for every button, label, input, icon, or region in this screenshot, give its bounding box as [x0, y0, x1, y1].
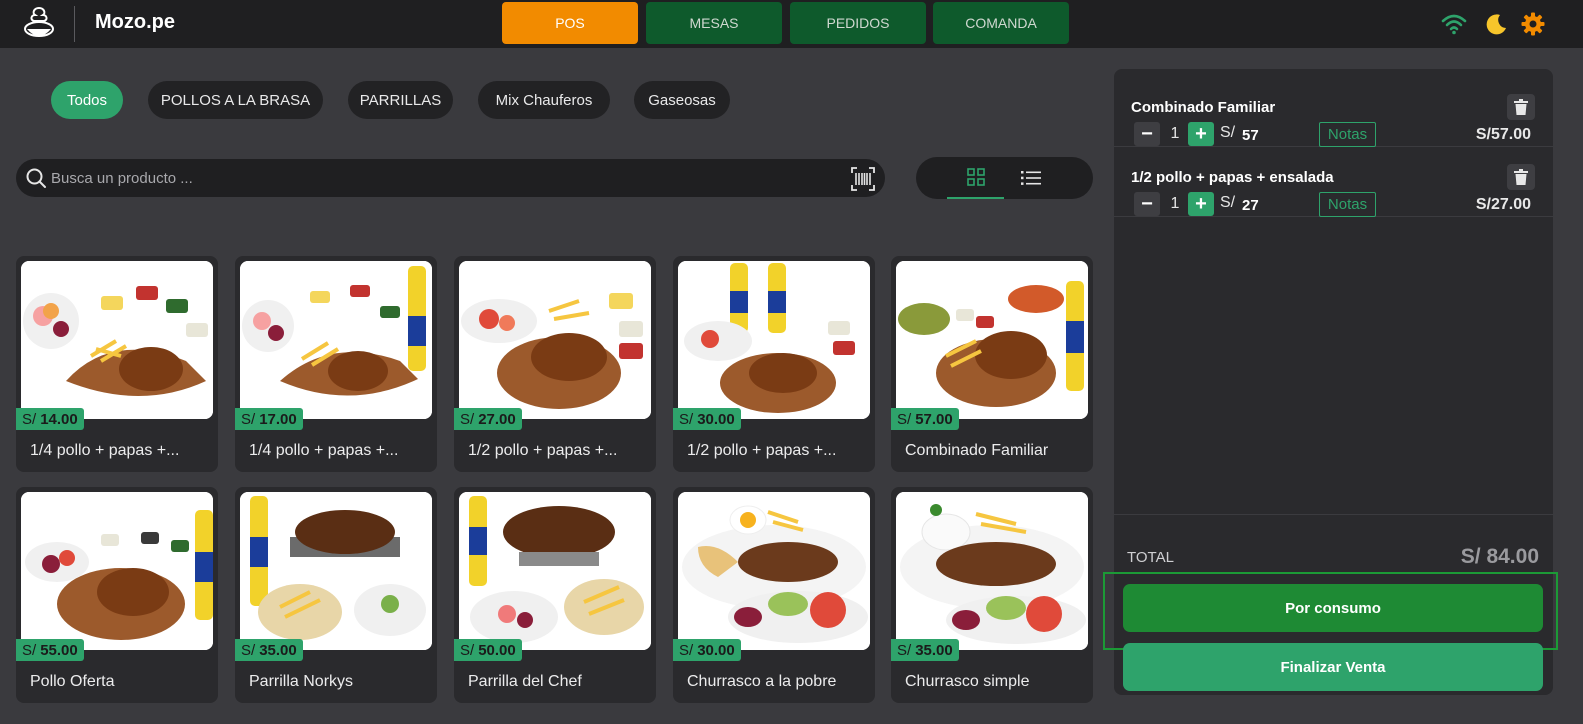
- grid-view-button[interactable]: [947, 157, 1004, 199]
- brand-name: Mozo.pe: [95, 11, 175, 33]
- price-badge: S/35.00: [891, 639, 959, 661]
- price-badge: S/57.00: [891, 408, 959, 430]
- tab-pedidos[interactable]: PEDIDOS: [790, 2, 926, 44]
- top-bar: Mozo.pe POS MESAS PEDIDOS COMANDA: [0, 0, 1583, 48]
- product-name: 1/2 pollo + papas +...: [468, 442, 618, 459]
- category-todos[interactable]: Todos: [51, 81, 123, 119]
- grid-icon: [966, 168, 985, 186]
- tab-comanda[interactable]: COMANDA: [933, 2, 1069, 44]
- product-card[interactable]: S/55.00 Pollo Oferta: [16, 487, 218, 703]
- order-item-name: Combinado Familiar: [1131, 99, 1276, 116]
- product-image: [240, 492, 432, 650]
- order-item-name: 1/2 pollo + papas + ensalada: [1131, 169, 1334, 186]
- item-total: S/27.00: [1475, 196, 1531, 213]
- order-item: 1/2 pollo + papas + ensalada − 1 + S/ 27…: [1114, 147, 1553, 217]
- price-badge: S/55.00: [16, 639, 84, 661]
- product-card[interactable]: S/17.00 1/4 pollo + papas +...: [235, 256, 437, 472]
- por-consumo-button[interactable]: Por consumo: [1123, 584, 1543, 632]
- product-image: [21, 261, 213, 419]
- product-card[interactable]: S/35.00 Churrasco simple: [891, 487, 1093, 703]
- product-card[interactable]: S/30.00 1/2 pollo + papas +...: [673, 256, 875, 472]
- category-pollos[interactable]: POLLOS A LA BRASA: [148, 81, 323, 119]
- product-name: 1/4 pollo + papas +...: [30, 442, 180, 459]
- total-value: S/ 84.00: [1460, 545, 1539, 568]
- product-name: Churrasco simple: [905, 673, 1030, 690]
- category-mix-chauferos[interactable]: Mix Chauferos: [478, 81, 610, 119]
- finalizar-venta-button[interactable]: Finalizar Venta: [1123, 643, 1543, 691]
- price-badge: S/35.00: [235, 639, 303, 661]
- product-image: [21, 492, 213, 650]
- product-image: [896, 492, 1088, 650]
- decrease-qty-button[interactable]: −: [1134, 122, 1160, 146]
- unit-price: 57: [1242, 127, 1259, 144]
- price-badge: S/50.00: [454, 639, 522, 661]
- view-toggle: [916, 157, 1093, 199]
- chef-logo-icon[interactable]: [22, 5, 56, 43]
- wifi-icon[interactable]: [1441, 11, 1467, 37]
- total-divider: [1114, 514, 1553, 515]
- increase-qty-button[interactable]: +: [1188, 192, 1214, 216]
- price-badge: S/30.00: [673, 639, 741, 661]
- delete-item-button[interactable]: [1507, 164, 1535, 190]
- price-badge: S/14.00: [16, 408, 84, 430]
- notes-button[interactable]: Notas: [1319, 192, 1376, 217]
- unit-price: 27: [1242, 197, 1259, 214]
- search-icon: [26, 168, 46, 188]
- quantity-value: 1: [1170, 125, 1180, 142]
- unit-currency: S/: [1220, 124, 1236, 141]
- product-card[interactable]: S/14.00 1/4 pollo + papas +...: [16, 256, 218, 472]
- list-icon: [1020, 171, 1041, 185]
- product-name: Parrilla Norkys: [249, 673, 354, 690]
- product-card[interactable]: S/57.00 Combinado Familiar: [891, 256, 1093, 472]
- quantity-value: 1: [1170, 195, 1180, 212]
- trash-icon: [1514, 99, 1528, 115]
- product-name: Combinado Familiar: [905, 442, 1049, 459]
- product-image: [678, 261, 870, 419]
- category-gaseosas[interactable]: Gaseosas: [634, 81, 730, 119]
- product-card[interactable]: S/35.00 Parrilla Norkys: [235, 487, 437, 703]
- list-view-button[interactable]: [1002, 157, 1059, 199]
- item-total: S/57.00: [1475, 126, 1531, 143]
- notes-button[interactable]: Notas: [1319, 122, 1376, 147]
- order-item: Combinado Familiar − 1 + S/ 57 Notas S/5…: [1114, 77, 1553, 147]
- category-parrillas[interactable]: PARRILLAS: [348, 81, 453, 119]
- total-label: TOTAL: [1127, 549, 1174, 566]
- barcode-scan-icon[interactable]: [850, 166, 876, 192]
- price-badge: S/27.00: [454, 408, 522, 430]
- increase-qty-button[interactable]: +: [1188, 122, 1214, 146]
- decrease-qty-button[interactable]: −: [1134, 192, 1160, 216]
- search-bar: [16, 159, 885, 197]
- unit-currency: S/: [1220, 194, 1236, 211]
- product-name: Churrasco a la pobre: [687, 673, 837, 690]
- product-name: 1/4 pollo + papas +...: [249, 442, 399, 459]
- product-image: [240, 261, 432, 419]
- tab-mesas[interactable]: MESAS: [646, 2, 782, 44]
- price-badge: S/30.00: [673, 408, 741, 430]
- product-image: [459, 492, 651, 650]
- product-card[interactable]: S/27.00 1/2 pollo + papas +...: [454, 256, 656, 472]
- product-image: [459, 261, 651, 419]
- product-name: 1/2 pollo + papas +...: [687, 442, 837, 459]
- delete-item-button[interactable]: [1507, 94, 1535, 120]
- trash-icon: [1514, 169, 1528, 185]
- logo-divider: [74, 6, 75, 42]
- moon-icon[interactable]: [1483, 11, 1509, 37]
- product-name: Pollo Oferta: [30, 673, 115, 690]
- price-badge: S/17.00: [235, 408, 303, 430]
- product-card[interactable]: S/30.00 Churrasco a la pobre: [673, 487, 875, 703]
- gear-icon[interactable]: [1520, 11, 1546, 37]
- product-name: Parrilla del Chef: [468, 673, 582, 690]
- tab-pos[interactable]: POS: [502, 2, 638, 44]
- product-card[interactable]: S/50.00 Parrilla del Chef: [454, 487, 656, 703]
- product-image: [896, 261, 1088, 419]
- search-input[interactable]: [51, 159, 831, 197]
- product-image: [678, 492, 870, 650]
